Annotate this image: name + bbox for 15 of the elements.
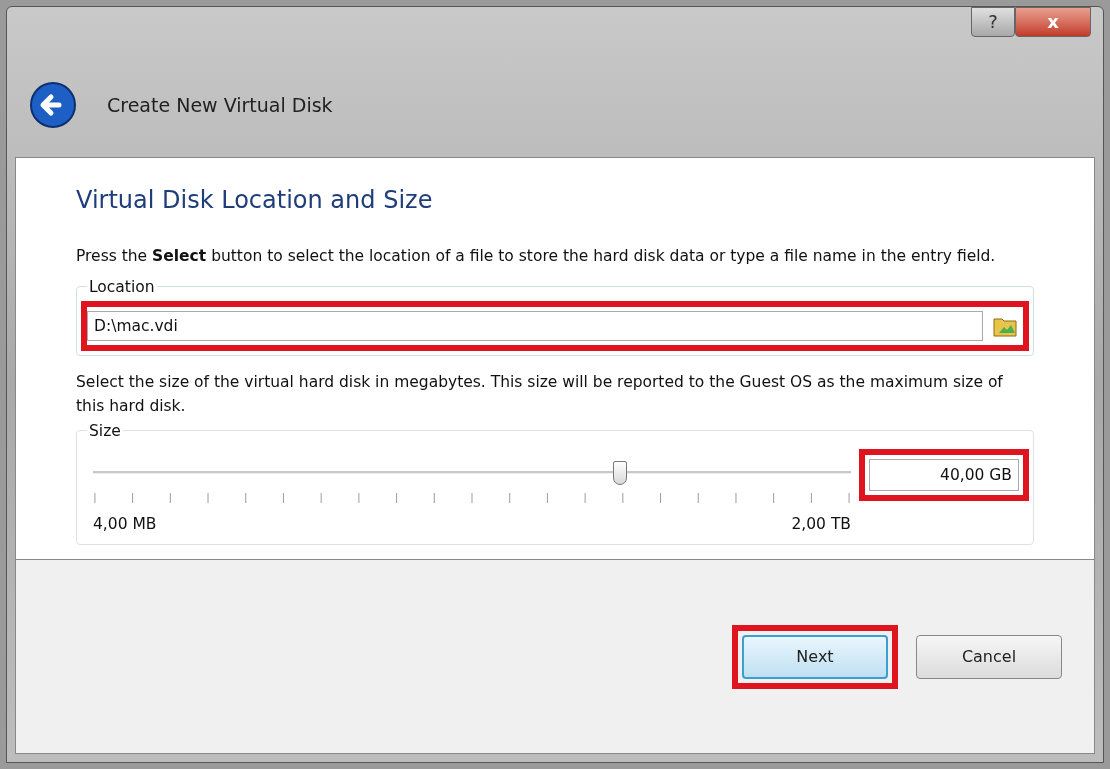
next-button[interactable]: Next — [742, 634, 888, 679]
close-button[interactable]: x — [1015, 7, 1091, 37]
size-description: Select the size of the virtual hard disk in megabytes. This size will be reported to the Guest OS as the maximum size of this hard disk. — [76, 372, 1004, 417]
size-field[interactable]: 40,00 GB — [869, 459, 1019, 491]
size-slider[interactable] — [93, 461, 851, 485]
slider-thumb[interactable] — [612, 461, 627, 485]
cancel-button[interactable]: Cancel — [916, 634, 1062, 679]
help-button[interactable]: ? — [971, 7, 1015, 37]
max-size-label: 2,00 TB — [791, 514, 851, 535]
window-title: Create New Virtual Disk — [107, 92, 333, 118]
page-heading: Virtual Disk Location and Size — [76, 185, 433, 216]
min-size-label: 4,00 MB — [93, 514, 157, 535]
folder-icon[interactable] — [993, 315, 1017, 337]
intro-text: Press the Select button to select the location of a file to store the hard disk data or type a file name in the entry field. — [76, 246, 997, 267]
location-field[interactable]: D:\mac.vdi — [87, 311, 983, 341]
